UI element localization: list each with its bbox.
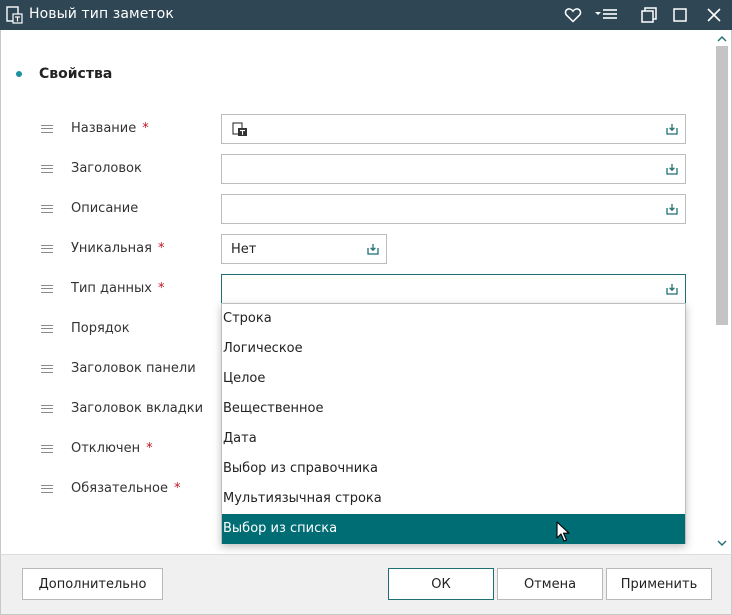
dropdown-option[interactable]: Выбор из справочника <box>222 454 685 484</box>
unique-select-value: Нет <box>231 242 257 257</box>
more-button[interactable]: Дополнительно <box>22 568 163 600</box>
mouse-cursor-icon <box>556 521 570 542</box>
dropdown-option[interactable]: Целое <box>222 364 685 394</box>
datatype-select[interactable] <box>221 274 686 304</box>
title-bar: Новый тип заметок <box>0 0 732 30</box>
restore-window-icon <box>641 7 657 23</box>
title-field[interactable] <box>221 154 686 184</box>
row-label-order: Порядок <box>71 321 130 336</box>
row-label-mandatory: Обязательное * <box>71 481 181 496</box>
expand-field-icon[interactable] <box>666 203 678 215</box>
drag-handle-icon[interactable] <box>41 325 53 333</box>
row-label-panel-title: Заголовок панели <box>71 361 196 376</box>
expand-field-icon[interactable] <box>367 243 379 255</box>
dropdown-option[interactable]: Мультиязычная строка <box>222 484 685 514</box>
dropdown-option-highlighted[interactable]: Выбор из списка <box>222 514 685 544</box>
row-label-datatype: Тип данных * <box>71 281 165 296</box>
expand-field-icon[interactable] <box>666 123 678 135</box>
note-document-icon <box>6 6 23 24</box>
datatype-dropdown[interactable]: Строка Логическое Целое Вещественное Дат… <box>221 303 686 544</box>
drag-handle-icon[interactable] <box>41 405 53 413</box>
favorite-button[interactable] <box>562 4 584 26</box>
row-label-unique: Уникальная * <box>71 241 165 256</box>
expand-field-icon[interactable] <box>666 283 678 295</box>
drag-handle-icon[interactable] <box>41 125 53 133</box>
description-field[interactable] <box>221 194 686 224</box>
heart-icon <box>564 8 582 23</box>
close-button[interactable] <box>703 4 725 26</box>
drag-handle-icon[interactable] <box>41 245 53 253</box>
dropdown-option[interactable]: Дата <box>222 424 685 454</box>
dropdown-option[interactable]: Логическое <box>222 334 685 364</box>
ok-button[interactable]: ОК <box>388 568 494 600</box>
row-label-disabled: Отключен * <box>71 441 153 456</box>
scroll-up-icon[interactable] <box>717 35 727 42</box>
maximize-icon <box>673 8 687 22</box>
drag-handle-icon[interactable] <box>41 485 53 493</box>
localization-icon <box>232 122 247 136</box>
row-label-title: Заголовок <box>71 161 142 176</box>
section-bullet <box>16 71 22 77</box>
apply-button[interactable]: Применить <box>606 568 712 600</box>
row-label-name: Название * <box>71 121 149 136</box>
dropdown-option[interactable]: Вещественное <box>222 394 685 424</box>
section-title: Свойства <box>39 66 113 82</box>
scrollbar-thumb[interactable] <box>716 46 728 325</box>
hamburger-menu-icon <box>595 9 617 19</box>
dropdown-option[interactable]: Строка <box>222 304 685 334</box>
maximize-button[interactable] <box>669 4 691 26</box>
window-title: Новый тип заметок <box>29 6 174 22</box>
row-label-tab-title: Заголовок вкладки <box>71 401 204 416</box>
close-icon <box>707 8 721 22</box>
name-field[interactable] <box>221 114 686 144</box>
scroll-down-icon[interactable] <box>717 540 727 547</box>
row-label-description: Описание <box>71 201 139 216</box>
restore-button[interactable] <box>638 4 660 26</box>
cancel-button[interactable]: Отмена <box>497 568 603 600</box>
drag-handle-icon[interactable] <box>41 285 53 293</box>
dialog-footer: Дополнительно ОК Отмена Применить <box>0 554 732 615</box>
drag-handle-icon[interactable] <box>41 205 53 213</box>
drag-handle-icon[interactable] <box>41 365 53 373</box>
menu-button[interactable] <box>593 4 619 26</box>
drag-handle-icon[interactable] <box>41 445 53 453</box>
expand-field-icon[interactable] <box>666 163 678 175</box>
unique-select[interactable]: Нет <box>221 234 387 264</box>
drag-handle-icon[interactable] <box>41 165 53 173</box>
